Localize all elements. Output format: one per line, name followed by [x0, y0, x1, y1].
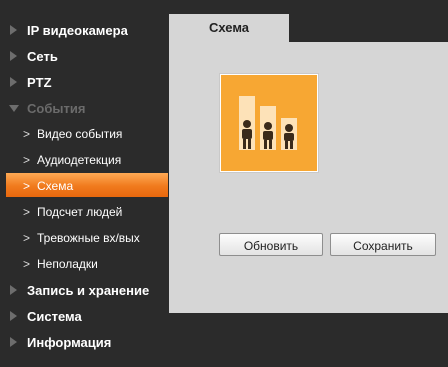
- sidebar-subitem-label: Видео события: [37, 127, 123, 141]
- caret-right-icon: [10, 337, 17, 347]
- sidebar-subitem-label: Схема: [37, 179, 74, 193]
- tab-scheme[interactable]: Схема: [169, 14, 289, 42]
- sidebar-item-label: Система: [27, 309, 82, 324]
- main-panel: Схема Обновить Сохранить: [169, 14, 448, 313]
- save-button[interactable]: Сохранить: [330, 233, 436, 256]
- caret-down-icon: [9, 105, 19, 112]
- sidebar-item-label: Информация: [27, 335, 112, 350]
- chevron-right-icon: >: [23, 153, 31, 167]
- people-counting-icon: [239, 96, 297, 150]
- tab-bar: Схема: [169, 14, 448, 42]
- sidebar-subitem-faults[interactable]: > Неполадки: [6, 251, 168, 275]
- sidebar-item-label: PTZ: [27, 75, 52, 90]
- chevron-right-icon: >: [23, 127, 31, 141]
- chevron-right-icon: >: [23, 179, 31, 193]
- sidebar-item-system[interactable]: Система: [0, 303, 169, 329]
- sidebar-subitem-people-counting[interactable]: > Подсчет людей: [6, 199, 168, 223]
- sidebar-subitem-label: Тревожные вх/вых: [37, 231, 140, 245]
- chevron-right-icon: >: [23, 231, 31, 245]
- sidebar-subitem-label: Аудиодетекция: [37, 153, 122, 167]
- refresh-button[interactable]: Обновить: [219, 233, 323, 256]
- sidebar-subitem-label: Подсчет людей: [37, 205, 123, 219]
- sidebar-item-label: Сеть: [27, 49, 58, 64]
- sidebar-item-label: События: [27, 101, 86, 116]
- sidebar-item-recording-storage[interactable]: Запись и хранение: [0, 277, 169, 303]
- sidebar-item-events[interactable]: События: [0, 95, 169, 121]
- scheme-people-counting-tile[interactable]: [219, 73, 319, 173]
- caret-right-icon: [10, 25, 17, 35]
- sidebar-subitem-video-events[interactable]: > Видео события: [6, 121, 168, 145]
- sidebar-subitem-audio-detection[interactable]: > Аудиодетекция: [6, 147, 168, 171]
- sidebar-item-ip-camera[interactable]: IP видеокамера: [0, 17, 169, 43]
- sidebar-subitem-scheme[interactable]: > Схема: [6, 173, 168, 197]
- sidebar: IP видеокамера Сеть PTZ События > Видео …: [0, 0, 169, 367]
- sidebar-item-ptz[interactable]: PTZ: [0, 69, 169, 95]
- caret-right-icon: [10, 51, 17, 61]
- caret-right-icon: [10, 77, 17, 87]
- sidebar-subitem-alarm-io[interactable]: > Тревожные вх/вых: [6, 225, 168, 249]
- sidebar-item-label: Запись и хранение: [27, 283, 150, 298]
- chevron-right-icon: >: [23, 205, 31, 219]
- sidebar-item-label: IP видеокамера: [27, 23, 128, 38]
- sidebar-subitem-label: Неполадки: [37, 257, 98, 271]
- sidebar-item-network[interactable]: Сеть: [0, 43, 169, 69]
- caret-right-icon: [10, 285, 17, 295]
- caret-right-icon: [10, 311, 17, 321]
- sidebar-item-information[interactable]: Информация: [0, 329, 169, 355]
- chevron-right-icon: >: [23, 257, 31, 271]
